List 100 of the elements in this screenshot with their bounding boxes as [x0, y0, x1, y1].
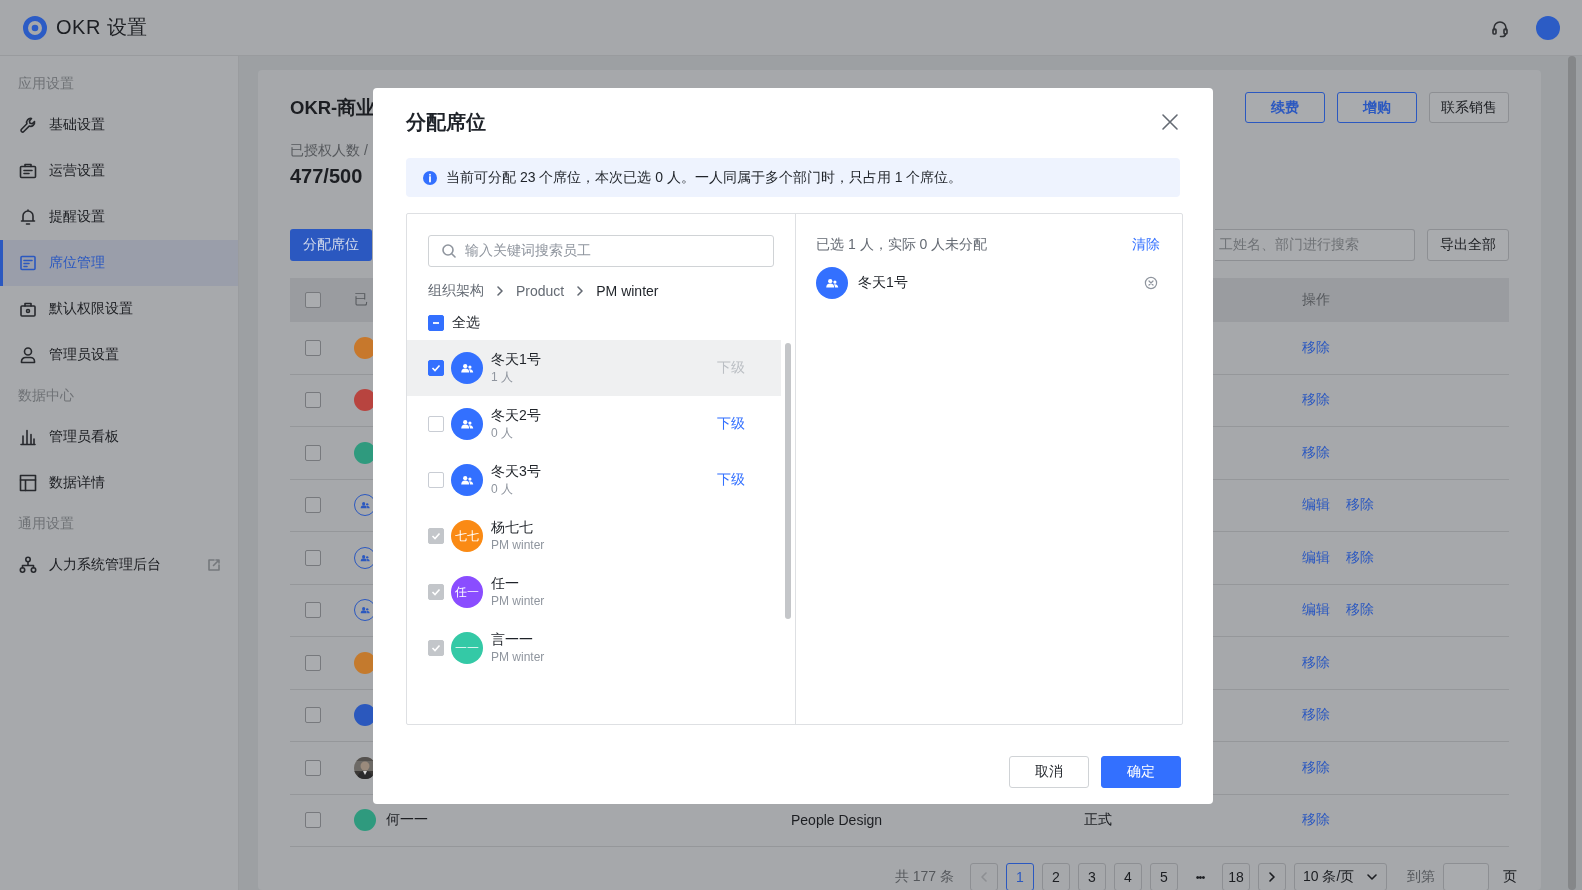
breadcrumb-item[interactable]: 组织架构: [428, 282, 484, 300]
check-icon: [431, 643, 441, 653]
row-checkbox[interactable]: [305, 497, 321, 514]
member-row[interactable]: 冬天2号 0 人 下级: [407, 396, 781, 452]
member-detail: 1 人: [491, 369, 514, 386]
breadcrumb-item[interactable]: PM winter: [596, 283, 659, 299]
stat-label: 已授权人数 /: [290, 142, 368, 158]
remove-icon[interactable]: [1144, 276, 1158, 290]
member-row[interactable]: 冬天3号 0 人 下级: [407, 452, 781, 508]
checkbox[interactable]: [428, 360, 444, 376]
row-checkbox[interactable]: [305, 759, 321, 776]
assign-seat-button[interactable]: 分配席位: [290, 229, 372, 261]
page-input[interactable]: [1443, 863, 1489, 890]
bar-chart-icon: [18, 427, 38, 447]
page-button[interactable]: 18: [1222, 863, 1250, 890]
jump-suffix: 页: [1503, 868, 1517, 886]
app-title: OKR 设置: [56, 15, 148, 40]
chevron-left-icon: [978, 871, 990, 883]
bell-icon: [18, 207, 38, 227]
check-icon: [431, 363, 441, 373]
row-checkbox[interactable]: [305, 444, 321, 461]
page-button[interactable]: 4: [1114, 863, 1142, 890]
sidebar-item[interactable]: 管理员设置: [0, 332, 238, 378]
stat-value: 477/500: [290, 165, 363, 188]
briefcase-icon: [18, 161, 38, 181]
close-icon[interactable]: [1161, 113, 1179, 131]
row-checkbox[interactable]: [305, 392, 321, 409]
member-detail: PM winter: [491, 537, 546, 554]
sidebar-item[interactable]: 数据详情: [0, 460, 238, 506]
row-checkbox[interactable]: [305, 707, 321, 724]
row-checkbox[interactable]: [305, 812, 321, 829]
dialog-button[interactable]: 取消: [1009, 756, 1089, 788]
member-name: 冬天3号: [491, 462, 542, 481]
sidebar-item[interactable]: 提醒设置: [0, 194, 238, 240]
dialog-title: 分配席位: [406, 109, 486, 135]
column-header: 操作: [1302, 291, 1331, 309]
page-size-select[interactable]: 10 条/页: [1294, 863, 1387, 890]
chevron-right-icon: [1266, 871, 1278, 883]
page-button[interactable]: 2: [1042, 863, 1070, 890]
user-icon: [18, 345, 38, 365]
row-checkbox[interactable]: [305, 602, 321, 619]
scrollbar[interactable]: [1568, 56, 1576, 890]
member-name: 冬天1号: [491, 350, 542, 369]
row-checkbox[interactable]: [305, 549, 321, 566]
sidebar-item[interactable]: 默认权限设置: [0, 286, 238, 332]
action-button[interactable]: 联系销售: [1429, 92, 1509, 123]
clear-link[interactable]: 清除: [1132, 236, 1160, 254]
chevron-right-icon: [494, 285, 506, 297]
sidebar-item[interactable]: 运营设置: [0, 148, 238, 194]
name-cell: 何一一: [386, 811, 428, 830]
subordinate-link[interactable]: 下级: [717, 471, 745, 489]
form-icon: [18, 253, 38, 273]
prev-page-button[interactable]: [970, 863, 998, 890]
next-page-button[interactable]: [1258, 863, 1286, 890]
checkbox[interactable]: [428, 472, 444, 488]
member-detail: PM winter: [491, 593, 546, 610]
checkbox[interactable]: [428, 315, 444, 331]
status-cell-text: 正式: [1084, 811, 1113, 830]
sidebar-item[interactable]: 管理员看板: [0, 414, 238, 460]
selection-summary: 已选 1 人，实际 0 人未分配: [816, 236, 988, 254]
row-checkbox[interactable]: [305, 654, 321, 671]
avatar: 七七: [451, 520, 483, 552]
chevron-down-icon: [1366, 871, 1378, 883]
member-name: 冬天2号: [491, 406, 542, 425]
wrench-icon: [18, 115, 38, 135]
department-cell-text: People Design: [791, 812, 884, 829]
member-name: 杨七七: [491, 518, 534, 537]
sidebar-item[interactable]: 基础设置: [0, 102, 238, 148]
jump-label: 到第: [1407, 868, 1435, 886]
logo-icon: [22, 14, 48, 41]
search-field[interactable]: 输入关键词搜索员工: [428, 235, 774, 267]
page-ellipsis: •••: [1194, 871, 1206, 883]
member-detail: 0 人: [491, 481, 514, 498]
avatar: 任一: [451, 576, 483, 608]
check-icon: [431, 531, 441, 541]
avatar: 一一: [451, 632, 483, 664]
check-icon: [431, 587, 441, 597]
member-detail: PM winter: [491, 649, 546, 666]
group-avatar: [816, 267, 848, 299]
total-count: 共 177 条: [894, 868, 954, 886]
breadcrumb-item[interactable]: Product: [516, 283, 565, 299]
org-chart-icon: [18, 555, 38, 575]
export-button[interactable]: 导出全部: [1427, 229, 1509, 261]
scrollbar[interactable]: [785, 343, 791, 619]
select-all-checkbox[interactable]: [305, 292, 321, 308]
group-avatar: [451, 464, 483, 496]
page-button[interactable]: 3: [1078, 863, 1106, 890]
member-detail: 0 人: [491, 425, 514, 442]
group-avatar: [451, 408, 483, 440]
row-checkbox[interactable]: [305, 339, 321, 356]
subordinate-link[interactable]: 下级: [717, 415, 745, 433]
checkbox[interactable]: [428, 416, 444, 432]
selected-name: 冬天1号: [858, 274, 909, 292]
select-all-label[interactable]: 全选: [452, 314, 480, 332]
dialog-button[interactable]: 确定: [1101, 756, 1181, 788]
group-avatar: [451, 352, 483, 384]
page-button[interactable]: 5: [1150, 863, 1178, 890]
table-icon: [18, 473, 38, 493]
user-avatar[interactable]: [1536, 15, 1560, 40]
sidebar-item[interactable]: 人力系统管理后台: [0, 542, 238, 588]
